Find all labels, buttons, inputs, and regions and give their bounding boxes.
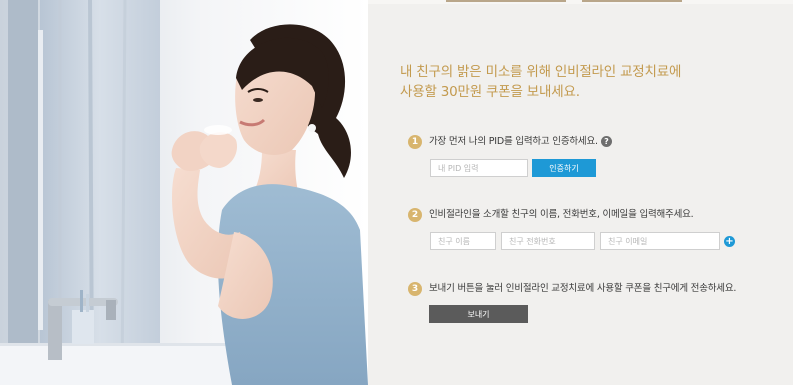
top-strip — [368, 0, 793, 4]
woman-with-aligner-illustration — [0, 0, 368, 385]
step-1-number-badge: 1 — [408, 135, 422, 149]
step-1-label: 가장 먼저 나의 PID를 입력하고 인증하세요. — [429, 136, 598, 147]
hero-photo — [0, 0, 368, 385]
step-3-number-badge: 3 — [408, 282, 422, 296]
step-1-text: 가장 먼저 나의 PID를 입력하고 인증하세요.? — [429, 135, 612, 149]
referral-panel: 내 친구의 밝은 미소를 위해 인비절라인 교정치료에 사용할 30만원 쿠폰을… — [368, 0, 793, 385]
headline-line-2: 사용할 30만원 쿠폰을 보내세요. — [400, 84, 580, 100]
step-3-text: 보내기 버튼을 눌러 인비절라인 교정치료에 사용할 쿠폰을 친구에게 전송하세… — [429, 283, 737, 294]
help-icon[interactable]: ? — [600, 136, 612, 147]
invisalign-referral-page: 내 친구의 밝은 미소를 위해 인비절라인 교정치료에 사용할 30만원 쿠폰을… — [0, 0, 793, 385]
add-friend-icon[interactable]: + — [724, 236, 735, 247]
friend-email-input[interactable] — [600, 232, 720, 250]
send-button[interactable]: 보내기 — [429, 305, 528, 323]
step-2-text: 인비절라인을 소개할 친구의 이름, 전화번호, 이메일을 입력해주세요. — [429, 209, 694, 220]
headline-line-1: 내 친구의 밝은 미소를 위해 인비절라인 교정치료에 — [400, 64, 682, 80]
verify-button[interactable]: 인증하기 — [532, 159, 596, 177]
friend-phone-input[interactable] — [501, 232, 595, 250]
pid-input[interactable] — [430, 159, 528, 177]
step-2-number-badge: 2 — [408, 208, 422, 222]
top-strip-segment — [446, 0, 566, 2]
friend-name-input[interactable] — [430, 232, 496, 250]
top-strip-segment — [582, 0, 682, 2]
headline: 내 친구의 밝은 미소를 위해 인비절라인 교정치료에 사용할 30만원 쿠폰을… — [400, 62, 770, 102]
